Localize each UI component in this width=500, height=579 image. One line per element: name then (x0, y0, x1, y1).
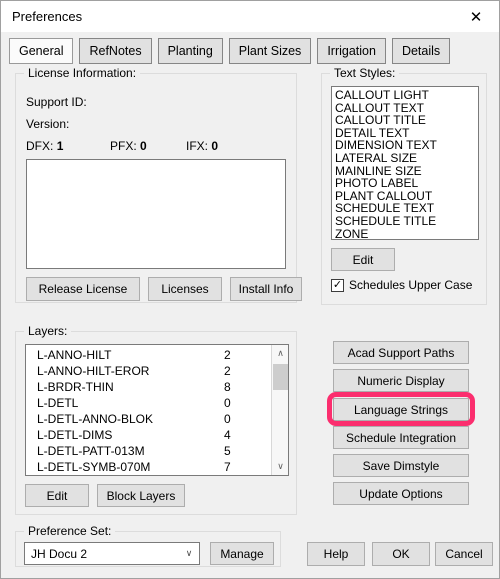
update-options-button[interactable]: Update Options (333, 482, 469, 505)
layer-count: 4 (224, 428, 231, 442)
list-item[interactable]: CALLOUT TITLE (335, 114, 478, 127)
ifx-value: 0 (211, 139, 219, 153)
tab-refnotes[interactable]: RefNotes (79, 38, 152, 64)
layer-name: L-DETL-PATT-013M (37, 444, 145, 458)
layer-count: 7 (224, 460, 231, 474)
preference-set-dropdown[interactable]: JH Docu 2 ∨ (24, 542, 200, 565)
table-row[interactable]: L-DETL 0 (26, 395, 272, 411)
license-group-title: License Information: (24, 66, 141, 80)
text-styles-group-title: Text Styles: (330, 66, 400, 80)
layer-name: L-ANNO-HILT-EROR (37, 364, 150, 378)
table-row[interactable]: L-ANNO-HILT-EROR 2 (26, 363, 272, 379)
save-dimstyle-button[interactable]: Save Dimstyle (333, 454, 469, 477)
tab-details[interactable]: Details (391, 38, 451, 64)
checkmark-icon: ✓ (331, 278, 344, 292)
dfx-counter: DFX: 1 (26, 139, 63, 153)
preference-set-group-title: Preference Set: (24, 524, 116, 538)
layer-count: 0 (224, 412, 231, 426)
preference-set-group: Preference Set: JH Docu 2 ∨ Manage (15, 524, 281, 567)
install-info-button[interactable]: Install Info (230, 277, 302, 301)
table-row[interactable]: L-DETL-SYMB-070M 7 (26, 459, 272, 475)
schedule-integration-button[interactable]: Schedule Integration (333, 426, 469, 449)
language-strings-button[interactable]: Language Strings (333, 398, 469, 421)
layers-list[interactable]: L-ANNO-HILT 2 L-ANNO-HILT-EROR 2 L-BRDR-… (25, 344, 289, 476)
table-row[interactable]: L-BRDR-THIN 8 (26, 379, 272, 395)
title-bar: Preferences ✕ (1, 1, 499, 32)
text-styles-list[interactable]: CALLOUT LIGHT CALLOUT TEXT CALLOUT TITLE… (331, 86, 479, 240)
scrollbar-thumb[interactable] (273, 364, 288, 390)
layers-rows: L-ANNO-HILT 2 L-ANNO-HILT-EROR 2 L-BRDR-… (26, 347, 272, 475)
chevron-down-icon: ∨ (185, 548, 193, 558)
list-item[interactable]: LATERAL SIZE (335, 152, 478, 165)
layer-count: 2 (224, 364, 231, 378)
acad-support-paths-button[interactable]: Acad Support Paths (333, 341, 469, 364)
dfx-value: 1 (56, 139, 64, 153)
release-license-button[interactable]: Release License (26, 277, 140, 301)
ifx-counter: IFX: 0 (186, 139, 218, 153)
scroll-down-icon[interactable]: ∨ (272, 458, 288, 475)
pfx-value: 0 (140, 139, 147, 153)
window-title: Preferences (12, 9, 83, 24)
pfx-label: PFX: (110, 139, 137, 153)
table-row[interactable]: L-DETL-DIMS 4 (26, 427, 272, 443)
edit-layer-button[interactable]: Edit (25, 484, 89, 507)
layer-name: L-DETL (37, 396, 79, 410)
list-item[interactable]: ZONE (335, 227, 478, 239)
ok-button[interactable]: OK (372, 542, 430, 566)
dfx-label: DFX: (26, 139, 54, 153)
licenses-button[interactable]: Licenses (148, 277, 222, 301)
edit-text-style-button[interactable]: Edit (331, 248, 395, 271)
tab-irrigation[interactable]: Irrigation (317, 38, 386, 64)
layers-group: Layers: L-ANNO-HILT 2 L-ANNO-HILT-EROR 2… (15, 324, 297, 515)
layers-group-title: Layers: (24, 324, 72, 338)
license-information-group: License Information: Support ID: Version… (15, 66, 302, 303)
list-item[interactable]: PHOTO LABEL (335, 177, 478, 190)
layer-count: 8 (224, 380, 231, 394)
ifx-label: IFX: (186, 139, 209, 153)
scroll-up-icon[interactable]: ∧ (272, 345, 288, 362)
text-styles-group: Text Styles: CALLOUT LIGHT CALLOUT TEXT … (321, 66, 487, 305)
list-item[interactable]: SCHEDULE TITLE (335, 215, 478, 228)
tab-plant-sizes[interactable]: Plant Sizes (228, 38, 312, 64)
numeric-display-button[interactable]: Numeric Display (333, 369, 469, 392)
tab-strip: General RefNotes Planting Plant Sizes Ir… (9, 38, 451, 64)
schedules-upper-case-checkbox[interactable]: ✓ Schedules Upper Case (331, 278, 472, 292)
layer-count: 0 (224, 396, 231, 410)
preference-set-value: JH Docu 2 (31, 546, 88, 561)
preferences-dialog: Preferences ✕ General RefNotes Planting … (0, 0, 500, 579)
layers-scrollbar[interactable]: ∧ ∨ (271, 345, 288, 475)
support-id-label: Support ID: (26, 95, 87, 109)
block-layers-button[interactable]: Block Layers (97, 484, 185, 507)
list-item[interactable]: CALLOUT LIGHT (335, 89, 478, 102)
manage-button[interactable]: Manage (210, 542, 274, 565)
version-label: Version: (26, 117, 70, 131)
license-info-textarea[interactable] (26, 159, 286, 269)
tab-general[interactable]: General (9, 38, 74, 64)
table-row[interactable]: L-DETL-PATT-013M 5 (26, 443, 272, 459)
layer-count: 2 (224, 348, 231, 362)
close-icon[interactable]: ✕ (453, 1, 499, 32)
schedules-upper-case-label: Schedules Upper Case (349, 278, 473, 292)
layer-name: L-DETL-SYMB-070M (37, 460, 151, 474)
table-row[interactable]: L-ANNO-HILT 2 (26, 347, 272, 363)
layer-name: L-ANNO-HILT (37, 348, 112, 362)
layer-name: L-DETL-ANNO-BLOK (37, 412, 154, 426)
layer-count: 5 (224, 444, 231, 458)
layer-name: L-DETL-DIMS (37, 428, 113, 442)
pfx-counter: PFX: 0 (110, 139, 147, 153)
tab-planting[interactable]: Planting (157, 38, 223, 64)
table-row[interactable]: L-DETL-ANNO-BLOK 0 (26, 411, 272, 427)
layer-name: L-BRDR-THIN (37, 380, 114, 394)
help-button[interactable]: Help (307, 542, 365, 566)
cancel-button[interactable]: Cancel (435, 542, 493, 566)
